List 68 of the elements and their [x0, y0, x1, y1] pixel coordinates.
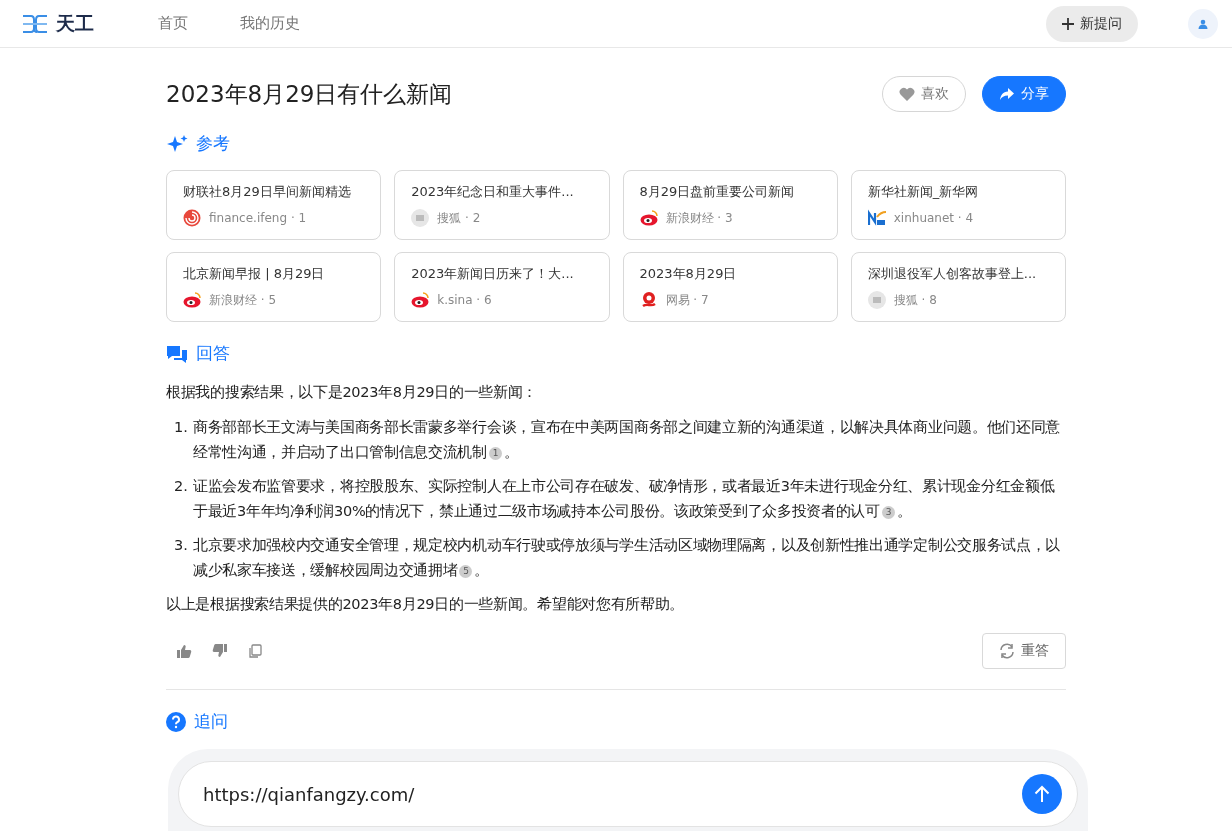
- thumbs-up-icon[interactable]: [176, 644, 192, 658]
- copy-icon[interactable]: [248, 644, 262, 658]
- heart-icon: [899, 87, 915, 101]
- answer-paragraph: 以上是根据搜索结果提供的2023年8月29日的一些新闻。希望能对您有所帮助。: [166, 595, 686, 614]
- reference-card[interactable]: 财联社8月29日早间新闻精选 finance.ifeng · 1: [166, 170, 382, 240]
- plus-icon: [1062, 17, 1074, 30]
- card-title: 财联社8月29日早间新闻精选: [183, 183, 352, 201]
- question-title: 2023年8月29日有什么新闻: [166, 79, 454, 109]
- source-label: 新浪财经 · 3: [665, 209, 733, 227]
- section-heading: 回答: [196, 342, 230, 365]
- card-title: 2023年纪念日和重大事件...: [411, 183, 575, 201]
- share-arrow-icon: [999, 87, 1015, 101]
- card-title: 深圳退役军人创客故事登上...: [867, 265, 1038, 283]
- nav-link[interactable]: 我的历史: [240, 14, 300, 33]
- reference-card[interactable]: 2023年8月29日 网易 · 7: [622, 252, 838, 322]
- arrow-up-icon: [1034, 785, 1050, 803]
- answer-paragraph: 根据我的搜索结果，以下是2023年8月29日的一些新闻：: [166, 383, 539, 402]
- share-button[interactable]: 分享: [982, 76, 1066, 112]
- card-title: 北京新闻早报 | 8月29日: [183, 265, 326, 283]
- sparkle-icon: [166, 133, 188, 154]
- eye-icon: [639, 209, 658, 227]
- new-question-button[interactable]: 新提问: [1046, 5, 1138, 42]
- placeholder-icon: [411, 209, 430, 227]
- section-heading: 追问: [194, 710, 228, 733]
- brand-name: 天工: [56, 10, 94, 36]
- like-button[interactable]: 喜欢: [882, 76, 966, 112]
- citation-badge[interactable]: 3: [881, 505, 895, 519]
- answer-paragraph: 商务部部长王文涛与美国商务部长雷蒙多举行会谈，宣布在中美两国商务部之间建立新的沟通渠道，以解决具体商业问题。他们还同意经常性沟通，并启动了出口管制信息交流机制 1 。: [192, 418, 1062, 462]
- reference-card[interactable]: 2023年纪念日和重大事件... 搜狐 · 2: [394, 170, 610, 240]
- card-title: 2023年新闻日历来了！大...: [411, 265, 575, 283]
- card-title: 8月29日盘前重要公司新闻: [639, 183, 796, 201]
- placeholder-icon: [867, 291, 886, 309]
- refresh-icon: [999, 643, 1015, 659]
- citation-badge[interactable]: 5: [459, 564, 473, 578]
- eye-icon: [411, 291, 430, 309]
- source-label: finance.ifeng · 1: [209, 211, 307, 225]
- source-label: 搜狐 · 2: [437, 209, 481, 227]
- news-logo-icon: [867, 209, 886, 227]
- source-label: 新浪财经 · 5: [209, 291, 277, 309]
- eye-icon: [183, 291, 201, 309]
- logo-icon: [22, 12, 48, 35]
- user-icon: [1198, 18, 1208, 29]
- citation-badge[interactable]: 1: [488, 446, 502, 460]
- section-heading: 参考: [196, 132, 230, 155]
- reference-card[interactable]: 新华社新闻_新华网 xinhuanet · 4: [850, 170, 1066, 240]
- message-input[interactable]: https://qianfangzy.com/: [178, 761, 1078, 827]
- source-label: 搜狐 · 8: [893, 291, 937, 309]
- thumbs-down-icon[interactable]: [212, 644, 228, 658]
- list-number: 3.: [174, 536, 188, 555]
- reference-card[interactable]: 2023年新闻日历来了！大... k.sina · 6: [394, 252, 610, 322]
- card-title: 新华社新闻_新华网: [867, 183, 980, 201]
- help-circle-icon: [166, 711, 186, 732]
- source-label: 网易 · 7: [665, 291, 709, 309]
- reference-card[interactable]: 8月29日盘前重要公司新闻 新浪财经 · 3: [622, 170, 838, 240]
- spiral-icon: [183, 209, 201, 227]
- reference-card[interactable]: 深圳退役军人创客故事登上... 搜狐 · 8: [850, 252, 1066, 322]
- list-number: 1.: [174, 418, 188, 437]
- avatar-button[interactable]: [1188, 8, 1218, 39]
- reference-card[interactable]: 北京新闻早报 | 8月29日 新浪财经 · 5: [166, 252, 382, 322]
- answer-paragraph: 北京要求加强校内交通安全管理，规定校内机动车行驶或停放须与学生活动区域物理隔离，以及创新性推出通学定制公交服务试点，以减少私家车接送，缓解校园周边交通拥堵 5 。: [192, 536, 1062, 580]
- list-number: 2.: [174, 477, 188, 496]
- source-label: xinhuanet · 4: [893, 211, 974, 225]
- nav-link[interactable]: 首页: [158, 14, 188, 33]
- source-label: k.sina · 6: [437, 293, 492, 307]
- card-title: 2023年8月29日: [639, 265, 738, 283]
- chat-bubbles-icon: [166, 343, 188, 364]
- regenerate-button[interactable]: 重答: [982, 633, 1066, 669]
- answer-paragraph: 证监会发布监管要求，将控股股东、实际控制人在上市公司存在破发、破净情形，或者最近3年未进行现金分红、累计现金分红金额低于最近3年年均净利润30%的情况下，禁止通过二级市场减持本公司股份。该政策受到了众多投资者的认可 3 。: [192, 477, 1056, 521]
